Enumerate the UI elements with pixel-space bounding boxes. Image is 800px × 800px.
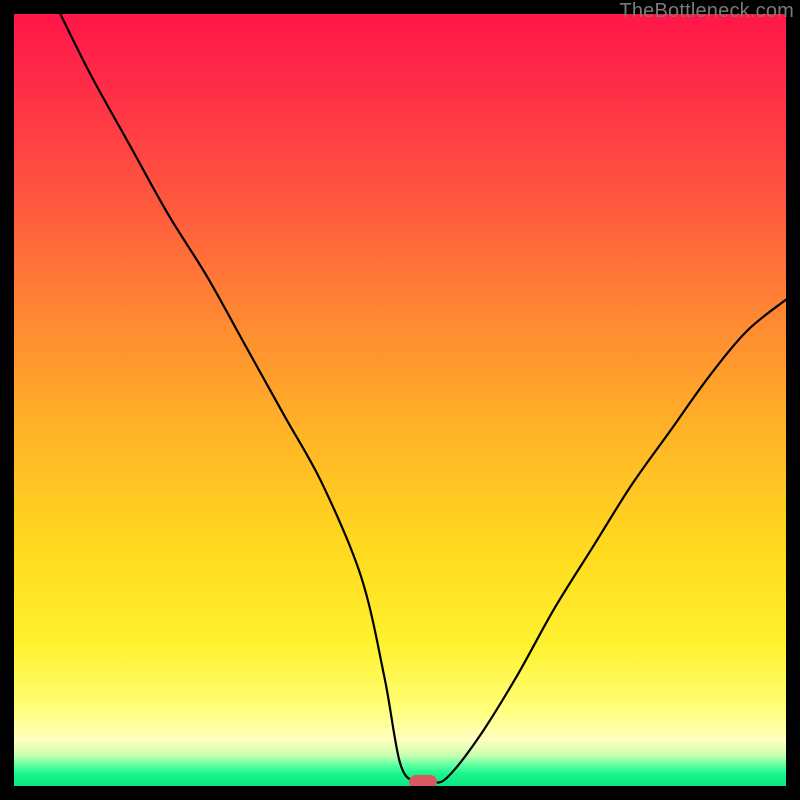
bottleneck-curve bbox=[60, 14, 786, 784]
chart-frame: TheBottleneck.com bbox=[0, 0, 800, 800]
watermark-text: TheBottleneck.com bbox=[619, 0, 794, 23]
optimal-marker bbox=[409, 775, 437, 786]
curve-layer bbox=[14, 14, 786, 786]
plot-area bbox=[14, 14, 786, 786]
